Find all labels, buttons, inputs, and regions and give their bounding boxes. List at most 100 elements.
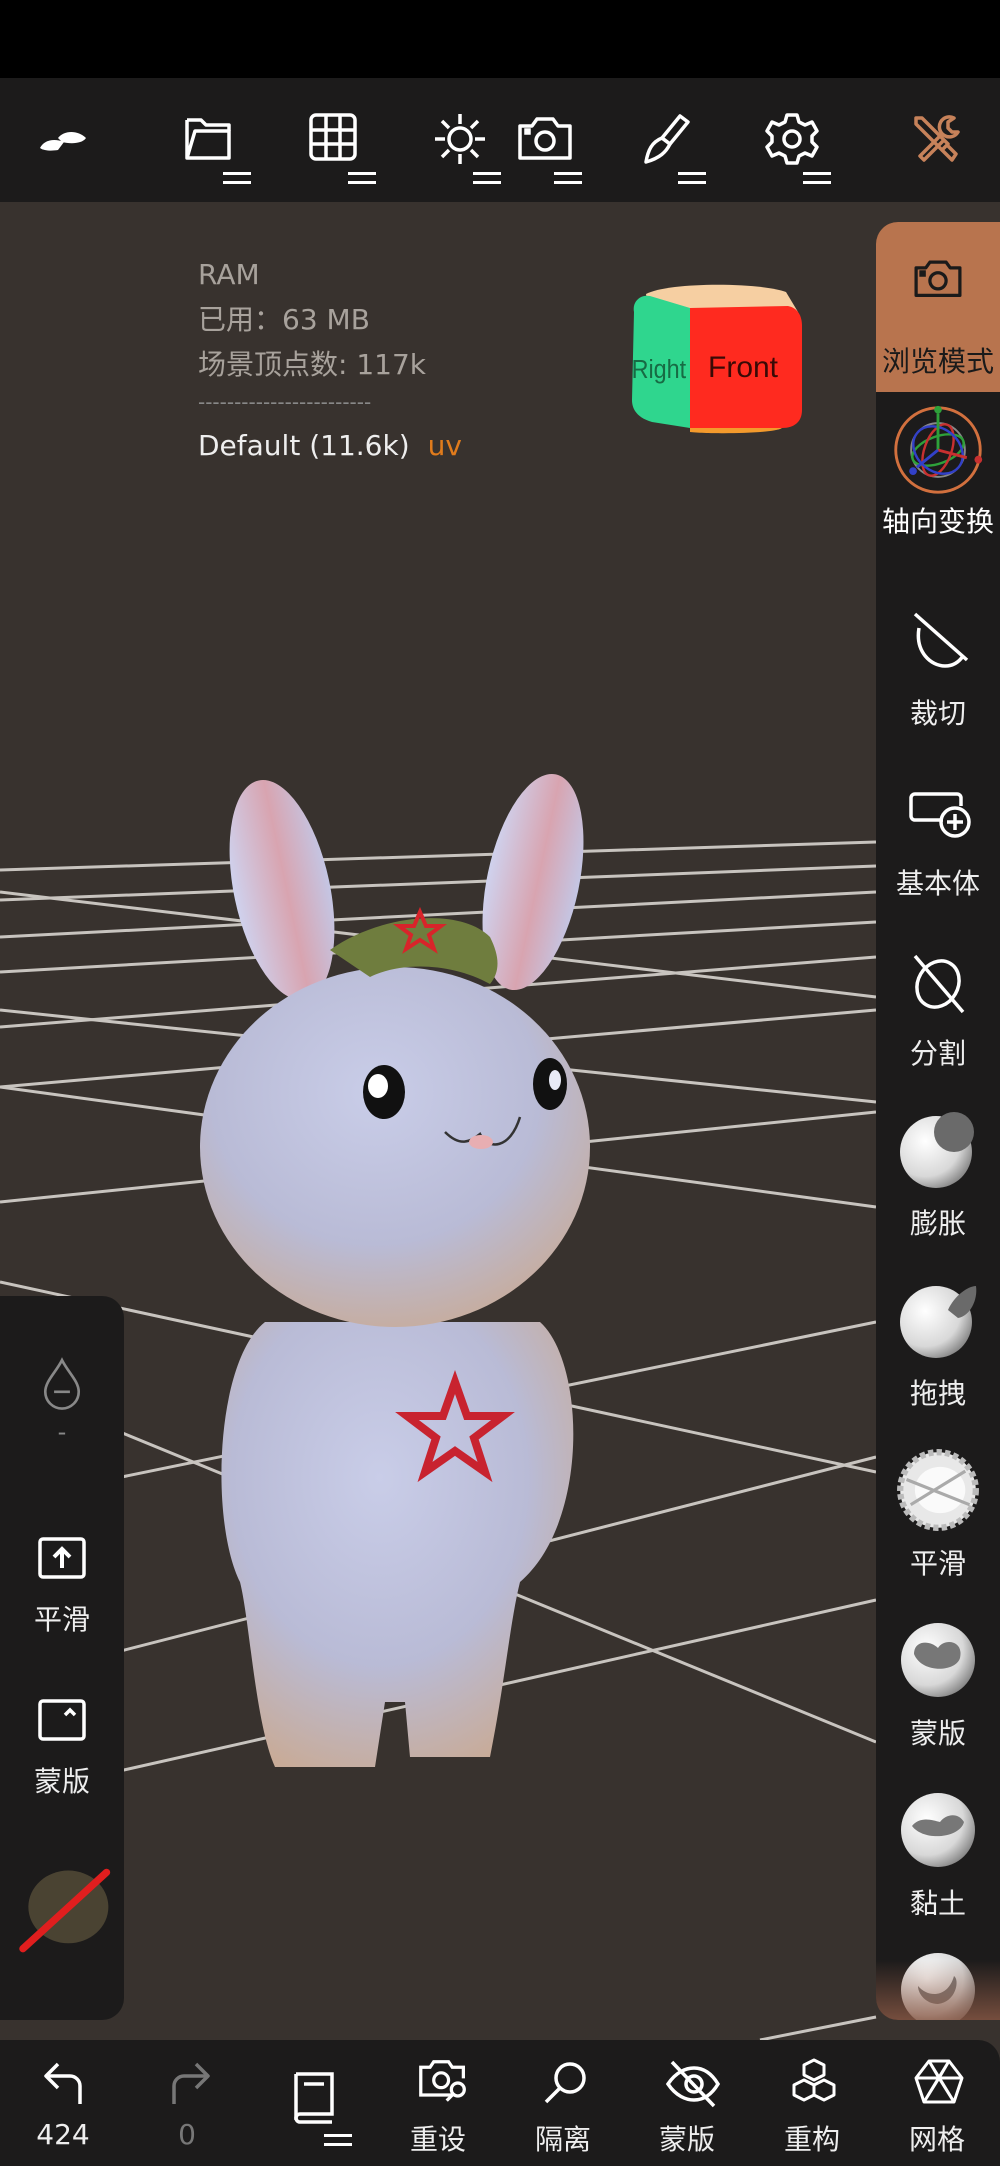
camera-icon [914,260,962,298]
tools-icon [914,115,960,162]
cube-right-label: Right [632,356,687,384]
mask-visibility-button[interactable]: 蒙版 [632,2040,742,2166]
panel-scroll-fade [876,1960,1000,2020]
left-brush-panel: - 平滑 蒙版 [0,1296,124,2020]
tool-label: 裁切 [909,697,966,730]
settings-button[interactable] [737,78,847,202]
drag-brush-icon [900,1286,977,1358]
tool-trim[interactable]: 裁切 [876,592,1000,762]
tool-label: 浏览模式 [881,345,994,378]
book-icon [294,2072,334,2124]
mesh-name[interactable]: Default (11.6k) [198,429,410,462]
material-button[interactable] [612,78,722,202]
tool-label: 膨胀 [909,1207,966,1240]
status-bar [0,0,1000,78]
files-button[interactable] [155,78,265,202]
remesh-button[interactable]: 重构 [757,2040,867,2166]
menu-lines-icon [324,2134,352,2146]
logo-button[interactable] [8,78,118,202]
add-primitive-icon [909,792,971,838]
scene-info-overlay: RAM 已用：63 MB 场景顶点数: 117k ---------------… [198,252,462,468]
tool-label: 蒙版 [909,1717,966,1750]
ram-label: RAM [198,258,260,291]
grid-line [0,864,877,902]
reset-camera-button[interactable]: 重设 [383,2040,493,2166]
mesh-button[interactable]: 网格 [882,2040,992,2166]
tool-label: 重设 [409,2123,466,2156]
brush-intensity-control[interactable]: - [0,1356,124,1456]
3d-viewport[interactable] [0,202,1000,2040]
redo-button[interactable]: 0 [132,2040,242,2166]
undo-icon [44,2062,82,2104]
isolate-button[interactable]: 隔离 [508,2040,618,2166]
tool-smooth-brush[interactable]: 平滑 [876,1442,1000,1612]
undo-button[interactable]: 424 [8,2040,118,2166]
cube-front-label: Front [708,351,779,384]
camera-icon [518,117,572,160]
mesh-icon [914,2059,964,2104]
trim-icon [913,612,969,668]
no-material-icon [19,1868,111,1953]
bottom-toolbar: 424 0 重设 隔离 蒙版 重构 网格 [0,2040,1000,2166]
redo-icon [172,2062,210,2104]
uv-badge[interactable]: uv [428,429,462,462]
tool-gizmo[interactable]: 轴向变换 [876,392,1000,562]
menu-lines-icon [678,172,706,184]
undo-count: 424 [36,2118,90,2151]
right-tool-panel: 浏览模式 轴向变换 裁切 基本体 分割 膨胀 拖拽 平滑 蒙版 黏土 [876,222,1000,2020]
mesh-entry[interactable]: Default (11.6k) uv [198,423,462,468]
tool-inflate-brush[interactable]: 膨胀 [876,1102,1000,1272]
scene-info-button[interactable] [258,2040,368,2166]
cubes-icon [792,2058,836,2102]
eye-off-icon [665,2060,720,2108]
sun-icon [435,114,485,164]
tool-view-mode[interactable]: 浏览模式 [876,222,1000,392]
mask-modifier-button[interactable]: 蒙版 [0,1698,124,1818]
tool-clay-brush[interactable]: 黏土 [876,1782,1000,1952]
floor-grid [0,773,877,2040]
grid-line [0,840,877,872]
smooth-modifier-button[interactable]: 平滑 [0,1536,124,1656]
tool-drag-brush[interactable]: 拖拽 [876,1272,1000,1442]
tool-label: 轴向变换 [881,505,994,538]
mask-brush-icon [901,1623,975,1697]
smooth-label: 平滑 [33,1603,90,1636]
search-icon [544,2062,586,2104]
rabbit-body [221,1322,574,1767]
tool-label: 分割 [909,1037,966,1070]
camera-button[interactable] [488,78,598,202]
info-separator: ------------------------ [198,390,372,414]
clay-logo-icon [40,132,86,151]
grid-icon [309,113,357,161]
gizmo-icon [894,405,983,494]
gear-icon [765,113,819,165]
scene-vertex-count: 场景顶点数: 117k [198,348,427,381]
tool-label: 黏土 [909,1887,966,1920]
tool-label: 拖拽 [909,1377,966,1410]
tools-button[interactable] [882,78,992,202]
camera-reset-icon [419,2060,466,2102]
clay-brush-icon [901,1793,975,1867]
menu-lines-icon [223,172,251,184]
redo-count: 0 [178,2118,196,2151]
tool-add-primitive[interactable]: 基本体 [876,762,1000,932]
material-picker[interactable] [0,1856,124,1996]
mask-label: 蒙版 [33,1765,90,1798]
scene-button[interactable] [280,78,390,202]
split-icon [913,954,965,1014]
tool-split[interactable]: 分割 [876,932,1000,1102]
drop-minus-icon [43,1357,81,1410]
ctrl-key-icon [38,1699,86,1741]
tool-mask-brush[interactable]: 蒙版 [876,1612,1000,1782]
menu-lines-icon [554,172,582,184]
ram-used: 已用：63 MB [198,303,370,336]
tool-label: 蒙版 [658,2123,715,2156]
tool-label: 基本体 [895,867,980,900]
view-cube[interactable]: Right Front [628,282,804,434]
rabbit-head [200,967,590,1327]
inflate-brush-icon [900,1112,974,1188]
tool-label: 重构 [783,2123,840,2156]
grid-line [759,2015,877,2040]
folder-icon [185,118,231,160]
tool-label: 隔离 [534,2123,591,2156]
